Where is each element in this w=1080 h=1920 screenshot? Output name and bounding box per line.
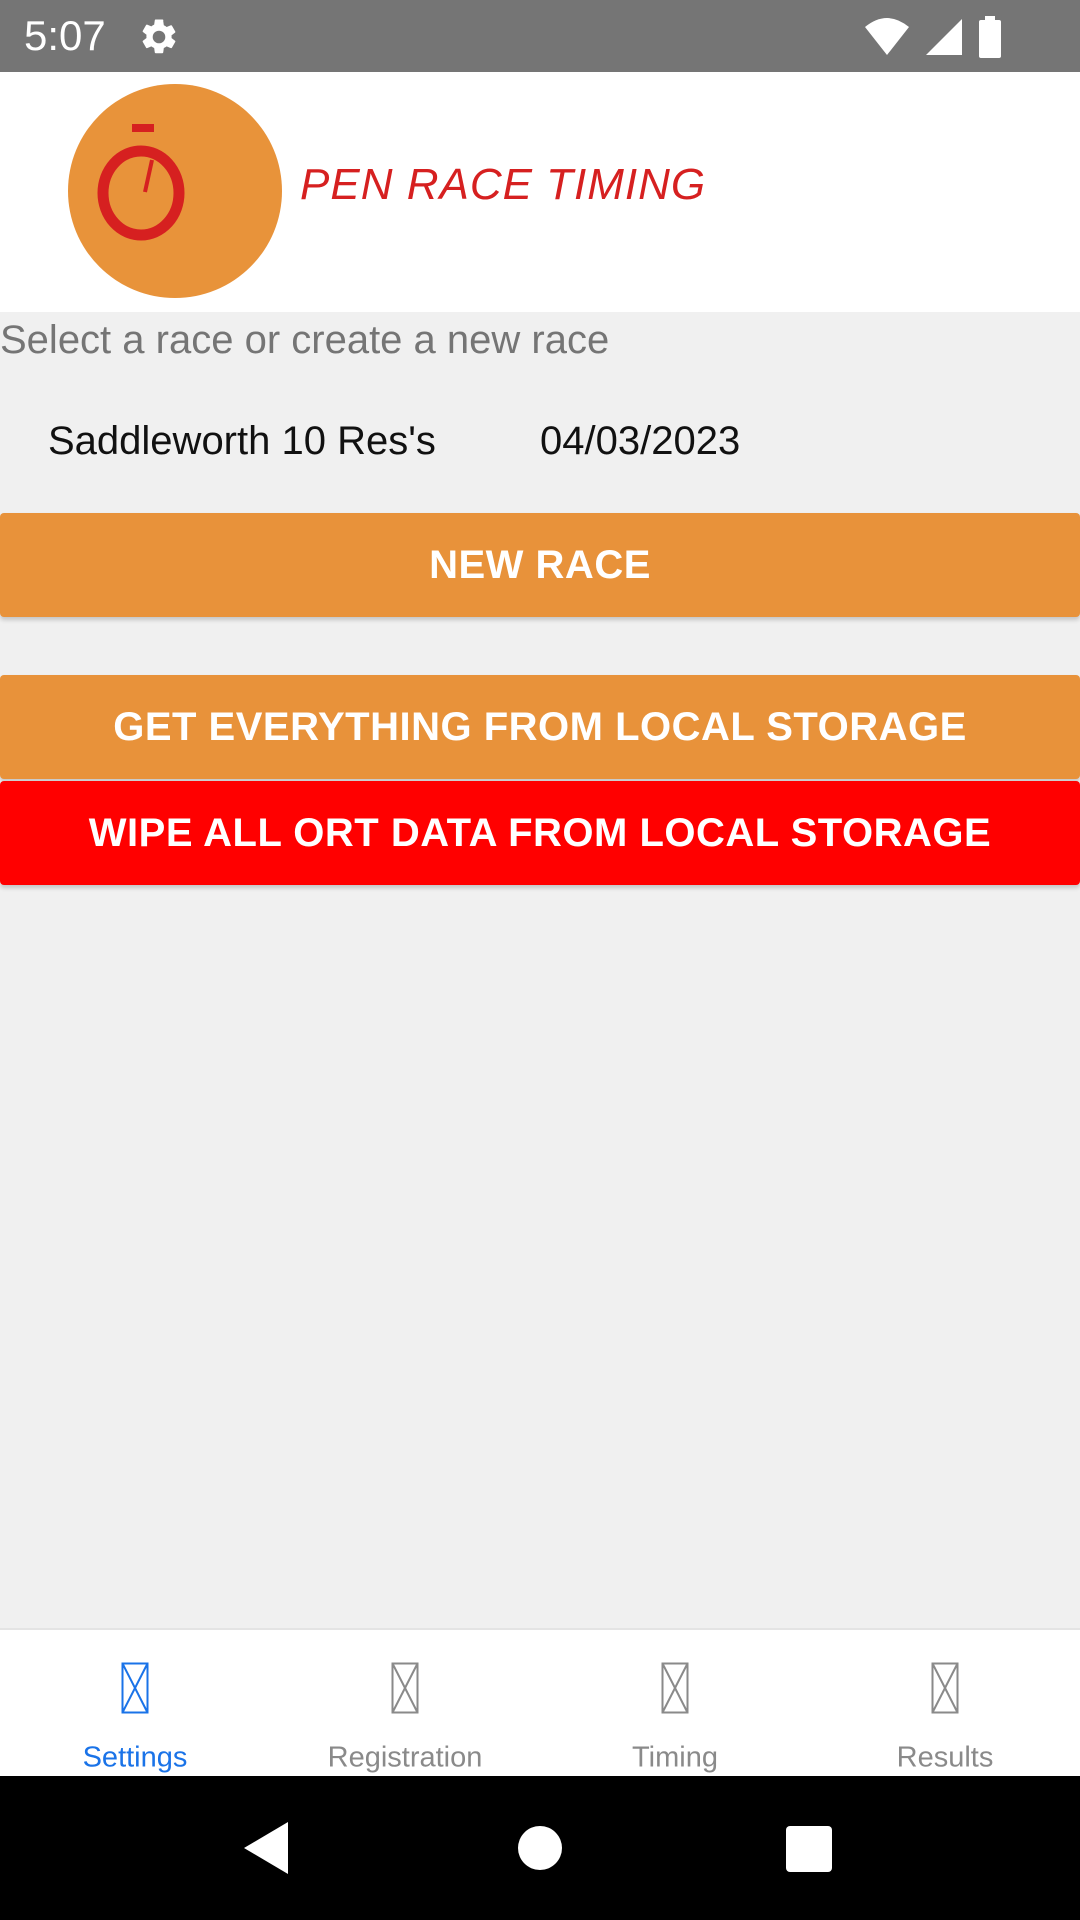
tab-settings-label: Settings: [82, 1741, 188, 1774]
results-tab-icon: [931, 1662, 959, 1714]
tab-registration-label: Registration: [327, 1741, 483, 1774]
timing-tab-icon: [661, 1662, 689, 1714]
tab-registration[interactable]: Registration: [270, 1630, 540, 1776]
registration-tab-icon: [391, 1662, 419, 1714]
page-instruction: Select a race or create a new race: [0, 318, 610, 362]
app-screen: 5:07 PEN RACE TIMING Select a race or cr…: [0, 0, 1080, 1920]
stopwatch-logo-icon: [97, 124, 185, 241]
new-race-button[interactable]: NEW RACE: [0, 513, 1080, 617]
tab-settings[interactable]: Settings: [0, 1630, 270, 1776]
cell-signal-icon: [926, 19, 962, 55]
system-navigation-bar: [0, 1776, 1080, 1920]
wipe-local-storage-button[interactable]: WIPE ALL ORT DATA FROM LOCAL STORAGE: [0, 781, 1080, 885]
logo-text: PEN RACE TIMING: [300, 160, 707, 209]
settings-tab-icon: [121, 1662, 149, 1714]
tab-timing-label: Timing: [632, 1741, 718, 1774]
recents-icon[interactable]: [786, 1826, 832, 1872]
bottom-tab-bar: Settings Registration Timing Results: [0, 1628, 1080, 1776]
tab-timing[interactable]: Timing: [540, 1630, 810, 1776]
tab-results-label: Results: [896, 1741, 994, 1774]
status-icons: [864, 16, 1002, 58]
race-list-item[interactable]: Saddleworth 10 Res's 04/03/2023: [0, 405, 1080, 485]
tab-results[interactable]: Results: [810, 1630, 1080, 1776]
get-everything-from-local-storage-button[interactable]: GET EVERYTHING FROM LOCAL STORAGE: [0, 675, 1080, 779]
wifi-icon: [865, 18, 909, 55]
back-icon[interactable]: [244, 1822, 288, 1874]
home-icon[interactable]: [518, 1826, 562, 1870]
battery-icon: [979, 16, 1001, 58]
race-name: Saddleworth 10 Res's: [48, 419, 436, 463]
race-date: 04/03/2023: [540, 419, 741, 463]
